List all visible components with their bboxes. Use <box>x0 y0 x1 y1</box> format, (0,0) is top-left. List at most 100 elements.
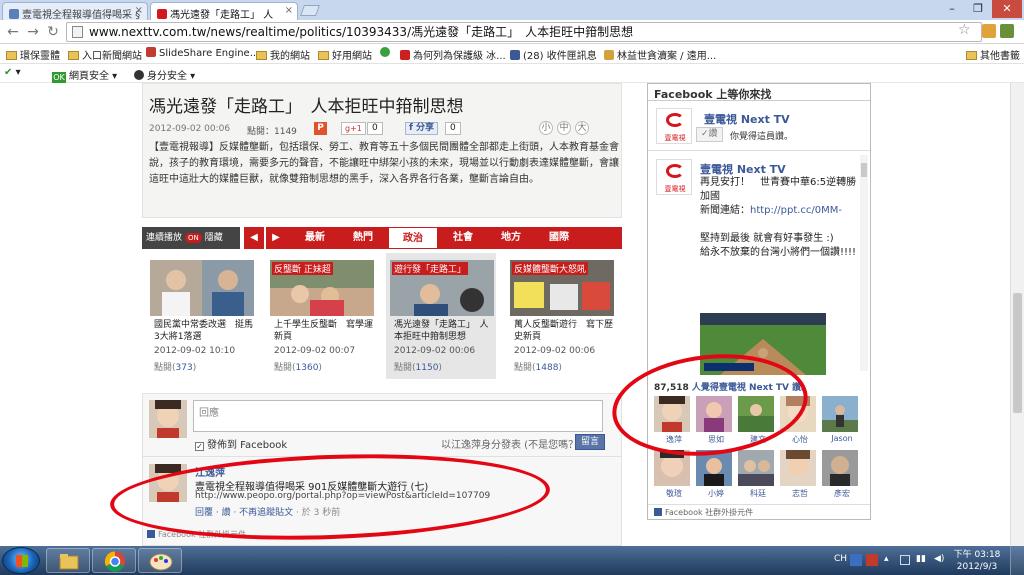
facebook-share-button[interactable]: f 分享 <box>405 122 439 135</box>
close-window-button[interactable]: ✕ <box>992 0 1022 18</box>
post-to-facebook-checkbox[interactable]: ✓ 發佈到 Facebook <box>195 436 287 451</box>
show-desktop-button[interactable] <box>1010 546 1024 575</box>
page-scrollbar[interactable] <box>1010 83 1024 546</box>
font-large-button[interactable]: 大 <box>575 121 589 135</box>
identity-security-item[interactable]: 身分安全 ▾ <box>134 67 195 82</box>
tab-international[interactable]: 國際 <box>536 227 582 249</box>
bookmark-item[interactable]: SlideShare Engine... <box>146 47 259 59</box>
system-clock[interactable]: 下午 03:18 2012/9/3 <box>952 549 1002 573</box>
web-security-item[interactable]: OK 網頁安全 ▾ <box>52 67 117 83</box>
feed-scrollbar[interactable] <box>860 155 868 371</box>
security-menu[interactable]: ✔ ▾ <box>4 67 21 78</box>
start-button[interactable] <box>2 547 40 574</box>
video-caption[interactable]: 萬人反壟斷遊行 寫下歷史新頁 <box>514 319 614 343</box>
volume-icon[interactable]: ◀) <box>934 554 944 564</box>
video-thumbnail[interactable]: 反壟斷 正妹超 <box>270 260 374 316</box>
video-item[interactable]: 反媒體壟斷大怒吼 萬人反壟斷遊行 寫下歷史新頁 2012-09-02 00:06… <box>506 253 616 379</box>
fan-avatar[interactable]: 志哲 <box>780 450 816 502</box>
bookmark-star-icon[interactable]: ☆ <box>958 22 971 38</box>
post-link[interactable]: http://ppt.cc/0MM- <box>750 205 842 216</box>
post-image[interactable] <box>700 313 826 375</box>
bookmark-item[interactable]: 我的網站 <box>256 47 310 62</box>
new-tab-button[interactable] <box>299 5 321 16</box>
network-icon[interactable]: ▮▮ <box>916 554 926 564</box>
font-medium-button[interactable]: 中 <box>557 121 571 135</box>
reload-icon[interactable]: ↻ <box>44 23 62 41</box>
post-as-label[interactable]: 以江逸萍身分發表 (不是您嗎？) <box>441 436 582 451</box>
post-logo[interactable]: 壹電視 <box>656 159 692 195</box>
fan-avatar[interactable]: 科廷 <box>738 450 774 502</box>
taskbar-explorer[interactable] <box>46 548 90 573</box>
bookmark-item[interactable]: 入口新聞網站 <box>68 47 142 62</box>
fan-avatar[interactable]: 思如 <box>696 396 732 448</box>
tab-local[interactable]: 地方 <box>488 227 534 249</box>
other-bookmarks[interactable]: 其他書籤 <box>966 47 1020 62</box>
comment-actions[interactable]: 回覆 · 讚 · 不再追蹤貼文 · 於 3 秒前 <box>195 505 340 518</box>
show-hidden-icons[interactable]: ▴ <box>884 554 889 564</box>
page-logo[interactable]: 壹電視 <box>656 108 692 144</box>
comment-input[interactable]: 回應 <box>193 400 603 432</box>
prev-arrow-icon[interactable]: ◀ <box>244 227 264 249</box>
video-thumbnail[interactable]: 反媒體壟斷大怒吼 <box>510 260 614 316</box>
input-language[interactable]: CH <box>834 554 847 564</box>
tab-society[interactable]: 社會 <box>440 227 486 249</box>
tab-politics[interactable]: 政治 <box>388 227 438 249</box>
page-name-link[interactable]: 壹電視 Next TV <box>704 111 790 127</box>
forward-arrow-icon[interactable]: → <box>24 23 42 41</box>
taskbar-paint[interactable] <box>138 548 182 573</box>
fan-avatar[interactable]: 逸萍 <box>654 396 690 448</box>
fan-avatar[interactable]: 建文 <box>738 396 774 448</box>
video-item[interactable]: 反壟斷 正妹超 上千學生反壟斷 寫學運新頁 2012-09-02 00:07 點… <box>266 253 376 379</box>
font-small-button[interactable]: 小 <box>539 121 553 135</box>
extension-icon[interactable] <box>1000 24 1014 38</box>
tab-popular[interactable]: 熱門 <box>340 227 386 249</box>
maximize-button[interactable]: ❐ <box>966 0 990 18</box>
comment-author[interactable]: 江逸萍 <box>195 464 225 479</box>
close-icon[interactable]: × <box>285 5 293 16</box>
tab-2[interactable]: 馮光遠發「走路工」 人 × <box>150 2 298 20</box>
bookmark-item[interactable]: (28) 收件匣訊息 <box>510 47 597 62</box>
address-bar[interactable]: www.nexttv.com.tw/news/realtime/politics… <box>66 22 982 42</box>
comment-link[interactable]: http://www.peopo.org/portal.php?op=viewP… <box>195 491 490 501</box>
tab-latest[interactable]: 最新 <box>292 227 338 249</box>
close-icon[interactable]: × <box>135 5 143 16</box>
video-thumbnail[interactable]: 遊行發「走路工」 <box>390 260 494 316</box>
like-button[interactable]: ✓讚 <box>696 127 723 142</box>
fan-avatar[interactable]: 彥宏 <box>822 450 858 502</box>
taskbar-chrome[interactable] <box>92 548 136 573</box>
video-caption[interactable]: 國民黨中常委改選 挺馬3大將1落選 <box>154 319 254 343</box>
feed-scroll-thumb[interactable] <box>861 163 867 177</box>
video-caption[interactable]: 上千學生反壟斷 寫學運新頁 <box>274 319 374 343</box>
hide-button[interactable]: 隱藏 <box>205 233 223 243</box>
checkbox-icon[interactable]: ✓ <box>195 442 204 451</box>
action-center-icon[interactable] <box>900 555 910 565</box>
post-author[interactable]: 壹電視 Next TV <box>700 161 786 177</box>
post-comment-button[interactable]: 留言 <box>575 434 605 450</box>
bookmark-item[interactable]: 林益世貪瀆案 / 遠用... <box>604 47 716 62</box>
bookmark-item[interactable]: 為何列為保護級 冰... <box>400 47 506 62</box>
fan-avatar[interactable]: 小婷 <box>696 450 732 502</box>
video-item-active[interactable]: 遊行發「走路工」 馮光遠發「走路工」 人本拒旺中箝制思想 2012-09-02 … <box>386 253 496 379</box>
bookmark-item[interactable] <box>380 47 393 59</box>
fan-avatar[interactable]: 心怡 <box>780 396 816 448</box>
minimize-button[interactable]: – <box>940 0 964 18</box>
video-item[interactable]: 國民黨中常委改選 挺馬3大將1落選 2012-09-02 10:10 點閱(37… <box>146 253 256 379</box>
back-arrow-icon[interactable]: ← <box>4 23 22 41</box>
bookmark-item[interactable]: 好用網站 <box>318 47 372 62</box>
autoplay-toggle[interactable]: 連續播放 ON 隱藏 <box>142 227 240 249</box>
bookmark-item[interactable]: 環保靈體 <box>6 47 60 62</box>
tab-1[interactable]: 壹電視全程報導值得喝采 § × <box>2 2 148 20</box>
plurk-share-icon[interactable]: P <box>314 122 327 135</box>
page-scroll-thumb[interactable] <box>1013 293 1022 413</box>
extension-icon[interactable] <box>982 24 996 38</box>
next-arrow-icon[interactable]: ▶ <box>266 227 286 249</box>
url-text: www.nexttv.com.tw/news/realtime/politics… <box>89 25 634 39</box>
fan-avatar[interactable]: Jason <box>822 396 858 448</box>
antivirus-icon[interactable] <box>866 554 878 566</box>
page-icon <box>9 9 19 19</box>
ime-icon[interactable] <box>850 554 862 566</box>
fan-avatar[interactable]: 敬瑄 <box>654 450 690 502</box>
video-thumbnail[interactable] <box>150 260 254 316</box>
gplus-button[interactable]: g+1 <box>341 122 366 135</box>
video-caption[interactable]: 馮光遠發「走路工」 人本拒旺中箝制思想 <box>394 319 494 343</box>
